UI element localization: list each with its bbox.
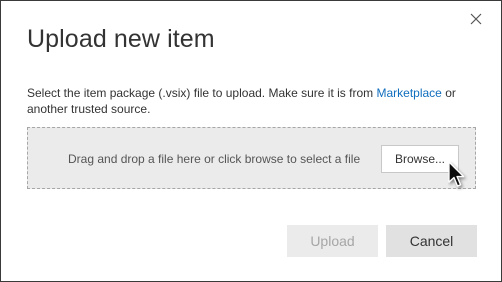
upload-dialog: Upload new item Select the item package …: [0, 0, 502, 282]
dialog-title: Upload new item: [27, 25, 215, 53]
file-dropzone[interactable]: Drag and drop a file here or click brows…: [27, 127, 476, 189]
cancel-button[interactable]: Cancel: [386, 225, 477, 257]
dialog-description: Select the item package (.vsix) file to …: [27, 85, 467, 117]
upload-button[interactable]: Upload: [287, 225, 378, 257]
browse-button[interactable]: Browse...: [381, 145, 459, 173]
description-prefix: Select the item package (.vsix) file to …: [27, 86, 377, 100]
dropzone-text: Drag and drop a file here or click brows…: [68, 152, 361, 166]
close-icon: [470, 13, 482, 25]
marketplace-link[interactable]: Marketplace: [376, 86, 441, 100]
close-button[interactable]: [464, 7, 488, 31]
